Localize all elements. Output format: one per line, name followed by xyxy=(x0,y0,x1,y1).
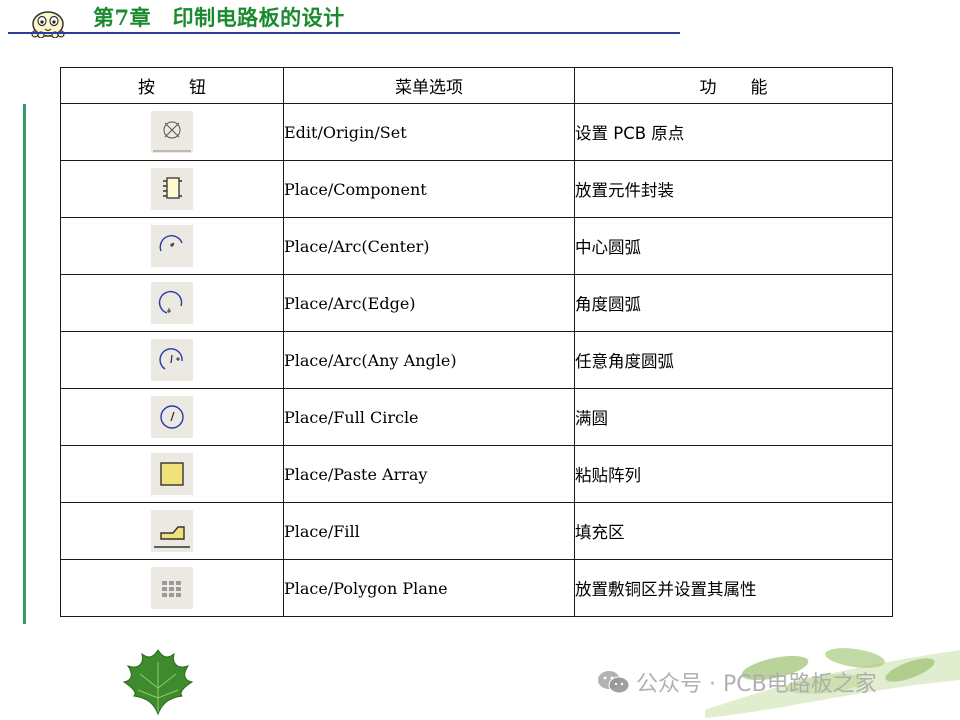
column-header-function: 功 能 xyxy=(574,67,893,104)
function-text: 满圆 xyxy=(574,388,893,446)
function-text: 中心圆弧 xyxy=(574,217,893,275)
watermark-text: 公众号 · PCB电路板之家 xyxy=(636,672,877,697)
function-text: 放置敷铜区并设置其属性 xyxy=(574,559,893,617)
function-text: 粘贴阵列 xyxy=(574,445,893,503)
menu-option: Place/Fill xyxy=(283,502,575,560)
polygon-plane-icon[interactable] xyxy=(151,567,193,609)
function-text: 角度圆弧 xyxy=(574,274,893,332)
table-row: Edit/Origin/Set 设置 PCB 原点 xyxy=(60,103,893,161)
header-rule xyxy=(8,32,680,34)
menu-option: Place/Component xyxy=(283,160,575,218)
component-icon[interactable] xyxy=(151,168,193,210)
arc-any-angle-icon[interactable] xyxy=(151,339,193,381)
fill-icon[interactable] xyxy=(151,510,193,552)
arc-center-icon[interactable] xyxy=(151,225,193,267)
table-header-row: 按 钮 菜单选项 功 能 xyxy=(60,67,893,104)
table-row: Place/Paste Array 粘贴阵列 xyxy=(60,445,893,503)
side-accent-bar xyxy=(23,104,26,624)
menu-option: Place/Full Circle xyxy=(283,388,575,446)
placement-menu-table: 按 钮 菜单选项 功 能 Edit/Origin/Set 设置 PCB 原点 P… xyxy=(60,67,893,617)
wechat-icon xyxy=(598,671,630,694)
menu-option: Place/Arc(Edge) xyxy=(283,274,575,332)
full-circle-icon[interactable] xyxy=(151,396,193,438)
menu-option: Place/Arc(Any Angle) xyxy=(283,331,575,389)
chapter-title: 第7章 印制电路板的设计 xyxy=(93,5,345,30)
table-row: Place/Fill 填充区 xyxy=(60,502,893,560)
function-text: 任意角度圆弧 xyxy=(574,331,893,389)
table-row: Place/Arc(Any Angle) 任意角度圆弧 xyxy=(60,331,893,389)
leaf-icon xyxy=(122,649,194,716)
menu-option: Place/Polygon Plane xyxy=(283,559,575,617)
table-row: Place/Arc(Edge) 角度圆弧 xyxy=(60,274,893,332)
arc-edge-icon[interactable] xyxy=(151,282,193,324)
table-row: Place/Arc(Center) 中心圆弧 xyxy=(60,217,893,275)
menu-option: Place/Paste Array xyxy=(283,445,575,503)
origin-set-icon[interactable] xyxy=(151,111,193,153)
column-header-menu: 菜单选项 xyxy=(283,67,575,104)
menu-option: Edit/Origin/Set xyxy=(283,103,575,161)
function-text: 设置 PCB 原点 xyxy=(574,103,893,161)
function-text: 填充区 xyxy=(574,502,893,560)
paste-array-icon[interactable] xyxy=(151,453,193,495)
table-row: Place/Full Circle 满圆 xyxy=(60,388,893,446)
table-row: Place/Polygon Plane 放置敷铜区并设置其属性 xyxy=(60,559,893,617)
column-header-button: 按 钮 xyxy=(60,67,284,104)
watermark: 公众号 · PCB电路板之家 xyxy=(596,666,877,698)
menu-option: Place/Arc(Center) xyxy=(283,217,575,275)
slide-header: 第7章 印制电路板的设计 xyxy=(0,0,960,40)
table-row: Place/Component 放置元件封装 xyxy=(60,160,893,218)
function-text: 放置元件封装 xyxy=(574,160,893,218)
